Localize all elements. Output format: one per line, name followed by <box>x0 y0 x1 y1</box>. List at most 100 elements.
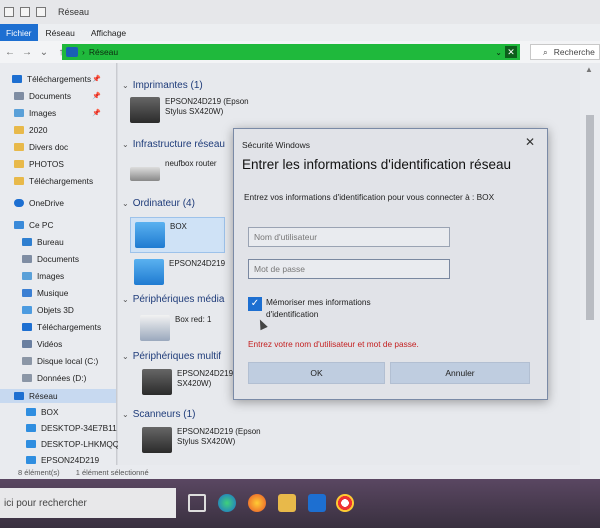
scrollbar-thumb[interactable] <box>586 115 594 320</box>
video-icon <box>22 340 32 348</box>
tab-reseau[interactable]: Réseau <box>38 24 83 41</box>
remember-checkbox[interactable]: ✓ <box>248 297 262 311</box>
breadcrumb[interactable]: Réseau <box>89 47 118 57</box>
pin-icon: 📌 <box>92 93 101 100</box>
group-peripheriques-multif[interactable]: ⌄ Périphériques multif <box>122 351 221 362</box>
sidebar-item-documents-pc[interactable]: Documents <box>22 252 79 266</box>
chrome-icon[interactable] <box>336 494 354 512</box>
sidebar-item-ce-pc[interactable]: Ce PC <box>14 218 53 232</box>
sidebar-item-box[interactable]: BOX <box>26 405 59 419</box>
sidebar-item-documents[interactable]: Documents <box>14 89 71 103</box>
sidebar-item-bureau[interactable]: Bureau <box>22 235 64 249</box>
images-icon <box>22 272 32 280</box>
tab-affichage[interactable]: Affichage <box>83 24 134 41</box>
drive-icon <box>22 357 32 365</box>
cube-icon <box>22 306 32 314</box>
forward-icon[interactable]: → <box>20 47 34 58</box>
firefox-icon[interactable] <box>248 494 266 512</box>
computer-icon <box>26 440 36 448</box>
task-view-icon[interactable] <box>188 494 206 512</box>
pin-icon: 📌 <box>92 76 101 83</box>
outlook-icon[interactable] <box>308 494 326 512</box>
close-icon[interactable]: ✕ <box>525 135 535 149</box>
search-icon: ⌕ <box>543 46 548 57</box>
error-message: Entrez votre nom d'utilisateur et mot de… <box>248 339 419 349</box>
new-folder-icon[interactable] <box>36 7 46 17</box>
device-printer[interactable]: EPSON24D219 (Epson Stylus SX420W) <box>130 97 257 123</box>
group-peripheriques-media[interactable]: ⌄ Périphériques média <box>122 294 224 305</box>
group-imprimantes[interactable]: ⌄ Imprimantes (1) <box>122 80 203 91</box>
chevron-down-icon[interactable]: ⌄ <box>37 47 51 58</box>
credentials-dialog: Sécurité Windows ✕ Entrer les informatio… <box>233 128 548 400</box>
sidebar-item-images-pc[interactable]: Images <box>22 269 64 283</box>
download-icon <box>12 75 22 83</box>
group-ordinateur[interactable]: ⌄ Ordinateur (4) <box>122 198 195 209</box>
search-input[interactable]: ⌕ Recherche <box>530 44 600 60</box>
dialog-title: Sécurité Windows <box>242 140 311 150</box>
sidebar-item-objets-3d[interactable]: Objets 3D <box>22 303 74 317</box>
sidebar-item-telechargements[interactable]: Téléchargements <box>12 72 91 86</box>
taskbar: ici pour rechercher <box>0 479 600 528</box>
quick-access-icon[interactable] <box>4 7 14 17</box>
printer-icon <box>142 369 172 395</box>
scroll-up-icon[interactable]: ▲ <box>585 65 593 74</box>
sidebar-item-photos[interactable]: PHOTOS <box>14 157 64 171</box>
printer-icon <box>130 97 160 123</box>
device-scanner[interactable]: EPSON24D219 (Epson Stylus SX420W) <box>142 427 269 453</box>
network-icon <box>14 392 24 400</box>
password-field[interactable]: Mot de passe <box>248 259 450 279</box>
sidebar-item-onedrive[interactable]: OneDrive <box>14 196 64 210</box>
sidebar-item-desktop-34e7b11[interactable]: DESKTOP-34E7B11 <box>26 421 117 435</box>
sidebar-item-2020[interactable]: 2020 <box>14 123 47 137</box>
selection-count: 1 élément sélectionné <box>75 467 149 477</box>
sidebar-item-musique[interactable]: Musique <box>22 286 68 300</box>
pin-icon: 📌 <box>92 110 101 117</box>
cancel-button[interactable]: Annuler <box>390 362 530 384</box>
file-explorer-icon[interactable] <box>278 494 296 512</box>
address-row: ← → ⌄ ↑ › Réseau ⌄ ✕ ⌕ Recherche <box>0 41 600 63</box>
sidebar-item-telechargements-pc[interactable]: Téléchargements <box>22 320 101 334</box>
item-count: 8 élément(s) <box>18 467 60 477</box>
ok-button[interactable]: OK <box>248 362 385 384</box>
group-infrastructure[interactable]: ⌄ Infrastructure réseau <box>122 139 225 150</box>
monitor-icon <box>134 259 164 285</box>
edge-icon[interactable] <box>218 494 236 512</box>
sidebar-item-images[interactable]: Images <box>14 106 56 120</box>
navigation-pane: Téléchargements 📌 Documents 📌 Images 📌 2… <box>0 63 122 465</box>
chevron-down-icon: ⌄ <box>122 81 129 90</box>
images-icon <box>14 109 24 117</box>
device-box[interactable]: BOX <box>130 217 225 253</box>
computer-icon <box>26 408 36 416</box>
dialog-heading: Entrer les informations d'identification… <box>242 157 511 172</box>
sidebar-item-desktop-lhkmqq[interactable]: DESKTOP-LHKMQQ( <box>26 437 122 451</box>
status-bar: 8 élément(s) 1 élément sélectionné <box>0 465 600 479</box>
sidebar-item-reseau[interactable]: Réseau <box>0 389 116 403</box>
address-bar[interactable]: › Réseau ⌄ ✕ <box>62 44 520 60</box>
scanner-icon <box>142 427 172 453</box>
folder-icon <box>14 143 24 151</box>
back-icon[interactable]: ← <box>3 47 17 58</box>
close-icon[interactable]: ✕ <box>505 46 517 58</box>
chevron-down-icon: ⌄ <box>122 352 129 361</box>
folder-icon <box>14 177 24 185</box>
taskbar-search[interactable]: ici pour rechercher <box>0 488 176 518</box>
username-field[interactable]: Nom d'utilisateur <box>248 227 450 247</box>
dialog-description: Entrez vos informations d'identification… <box>244 192 495 202</box>
address-dropdown-icon[interactable]: ⌄ <box>495 48 502 57</box>
sidebar-item-divers-doc[interactable]: Divers doc <box>14 140 68 154</box>
sidebar-item-donnees-d[interactable]: Données (D:) <box>22 371 86 385</box>
tab-fichier[interactable]: Fichier <box>0 24 38 41</box>
documents-icon <box>22 255 32 263</box>
properties-icon[interactable] <box>20 7 30 17</box>
music-icon <box>22 289 32 297</box>
cloud-icon <box>14 199 24 207</box>
group-scanneurs[interactable]: ⌄ Scanneurs (1) <box>122 409 196 420</box>
sidebar-item-disque-c[interactable]: Disque local (C:) <box>22 354 98 368</box>
download-icon <box>22 323 32 331</box>
vertical-scrollbar[interactable]: ▲ <box>580 63 600 465</box>
desktop-icon <box>22 238 32 246</box>
monitor-icon <box>135 222 165 248</box>
ribbon-tabs: Fichier Réseau Affichage <box>0 24 600 41</box>
sidebar-item-telechargements-folder[interactable]: Téléchargements <box>14 174 93 188</box>
sidebar-item-videos[interactable]: Vidéos <box>22 337 62 351</box>
